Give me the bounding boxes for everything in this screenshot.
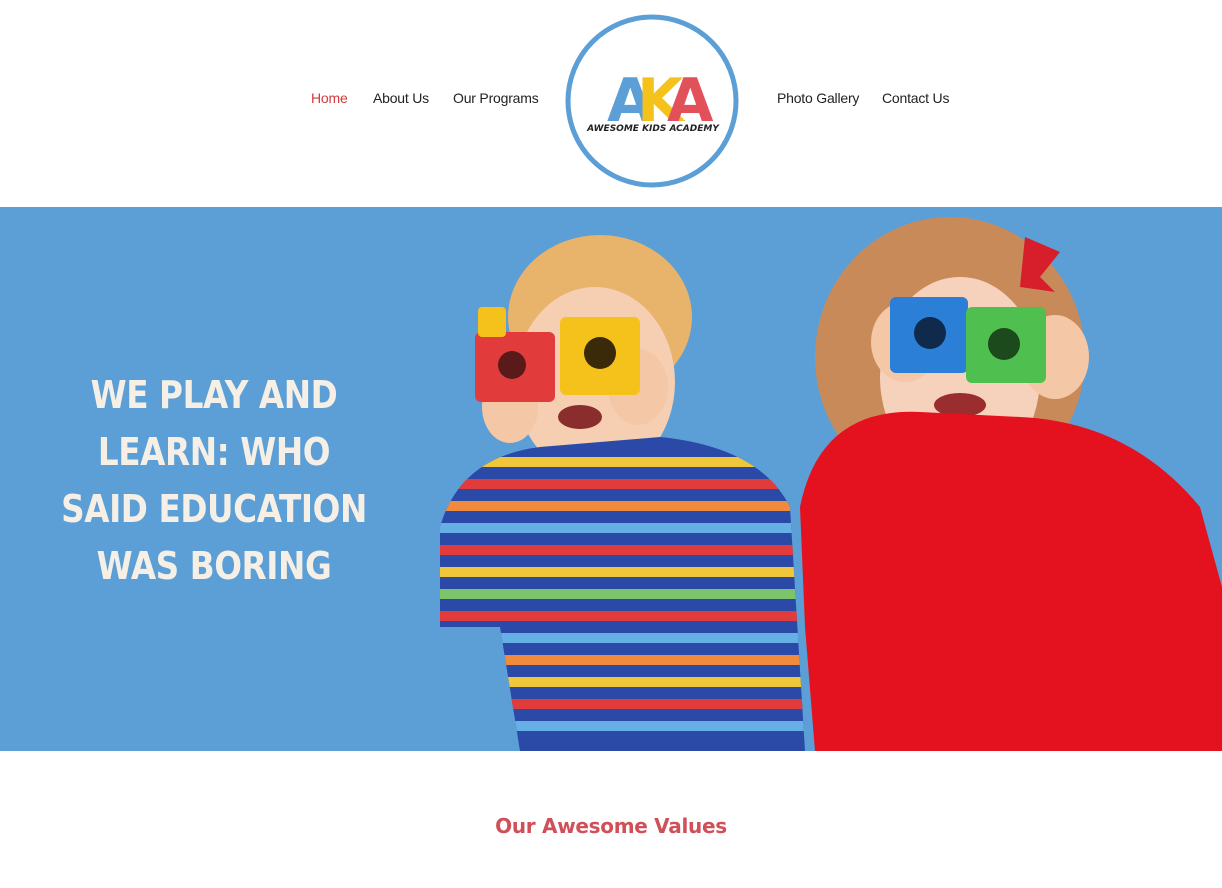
boy-figure [440,235,805,751]
girl-figure [800,217,1222,751]
nav-home[interactable]: Home [311,90,348,106]
nav-contact-us[interactable]: Contact Us [882,90,949,106]
site-header: Home About Us Our Programs A K A AWESOME… [0,0,1222,207]
nav-our-programs[interactable]: Our Programs [453,90,539,106]
values-section-title: Our Awesome Values [495,814,727,838]
logo-tagline: AWESOME KIDS ACADEMY [586,124,720,134]
kids-playing-with-blocks-photo [440,217,1222,751]
site-logo[interactable]: A K A AWESOME KIDS ACADEMY [565,14,739,188]
nav-photo-gallery[interactable]: Photo Gallery [777,90,859,106]
hero-title: WE PLAY AND LEARN: WHO SAID EDUCATION WA… [61,373,367,588]
aka-logo-icon: A K A AWESOME KIDS ACADEMY [565,14,739,188]
hero-banner: WE PLAY AND LEARN: WHO SAID EDUCATION WA… [0,207,1222,751]
nav-about-us[interactable]: About Us [373,90,429,106]
